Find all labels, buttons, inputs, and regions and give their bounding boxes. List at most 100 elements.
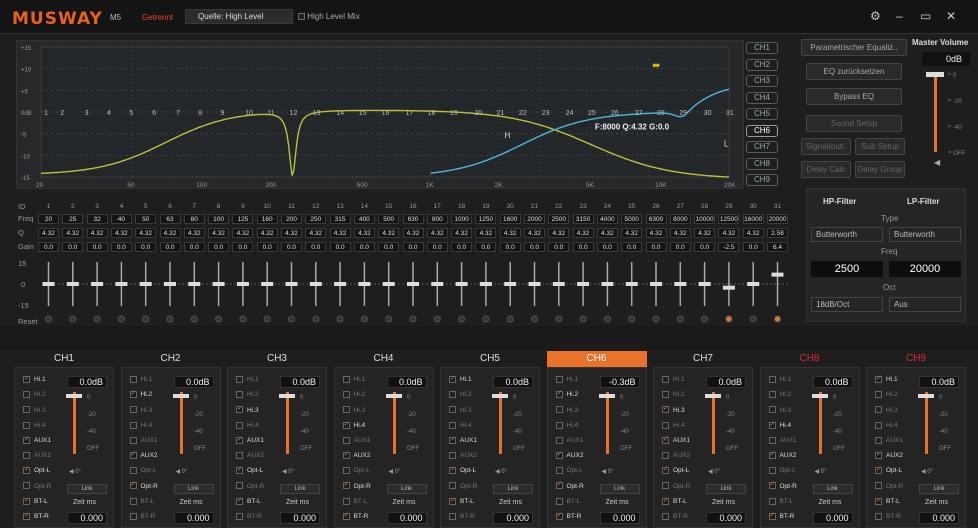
input-bt-l-row[interactable]: BT-L <box>662 496 687 505</box>
input-bt-r-row[interactable]: BT-R <box>449 512 475 520</box>
band-slider-knob[interactable] <box>91 282 104 286</box>
input-checkbox[interactable] <box>342 420 350 429</box>
band-reset-dot[interactable] <box>93 315 101 323</box>
input-checkbox[interactable] <box>23 465 30 475</box>
input-checkbox[interactable] <box>555 421 563 429</box>
input-checkbox[interactable] <box>23 435 30 444</box>
input-checkbox[interactable] <box>555 511 563 520</box>
channel-volume-knob[interactable] <box>705 394 721 398</box>
high-level-mix-checkbox[interactable] <box>298 13 305 21</box>
input-checkbox[interactable] <box>768 391 776 399</box>
channel-volume-slider[interactable]: 0 -20 -40 OFF <box>596 390 646 460</box>
input-opt-r-row[interactable]: Opt-R <box>875 482 903 490</box>
channel-delay-value[interactable]: 0.000 <box>386 512 427 524</box>
band-q[interactable]: 4.32 <box>451 228 473 238</box>
input-opt-r-row[interactable]: Opt-R <box>342 480 371 490</box>
drag-handle-icon[interactable]: ⬌ <box>652 61 660 72</box>
band-slider-knob[interactable] <box>747 282 760 286</box>
input-checkbox[interactable] <box>236 496 243 505</box>
band-q[interactable]: 4.32 <box>524 228 545 238</box>
band-reset-dot[interactable] <box>190 315 198 323</box>
channel-mute-phase[interactable]: ◀ 0° <box>921 468 933 475</box>
channel-volume-knob[interactable] <box>66 394 82 398</box>
input-hi3-row[interactable]: Hi.3 <box>236 404 259 414</box>
hp-type-select[interactable]: Butterworth <box>811 227 883 242</box>
input-checkbox[interactable] <box>555 376 563 383</box>
band-reset-dot[interactable] <box>774 315 781 323</box>
band-slider-knob[interactable] <box>625 282 638 286</box>
input-checkbox[interactable] <box>129 512 137 520</box>
input-checkbox[interactable] <box>129 480 137 490</box>
channel-mute-phase[interactable]: ◀ 0° <box>176 468 188 475</box>
channel-volume-knob[interactable] <box>492 394 508 398</box>
band-q[interactable]: 4.32 <box>305 228 327 238</box>
input-checkbox[interactable] <box>342 436 350 444</box>
input-hi3-row[interactable]: Hi.3 <box>555 406 578 414</box>
band-q[interactable]: 4.32 <box>378 228 400 238</box>
input-checkbox[interactable] <box>23 452 30 459</box>
band-q[interactable]: 4.32 <box>232 228 254 238</box>
input-checkbox[interactable] <box>555 436 563 444</box>
band-slider-knob[interactable] <box>309 282 322 286</box>
channel-volume-slider[interactable]: 0 -20 -40 OFF <box>915 390 965 460</box>
input-hi4-row[interactable]: Hi.4 <box>342 420 365 429</box>
input-hi1-row[interactable]: Hi.1 <box>768 376 791 383</box>
input-hi1-row[interactable]: Hi.1 <box>129 376 152 383</box>
input-checkbox[interactable] <box>662 452 669 459</box>
channel-tab-9[interactable]: CH9 <box>866 351 966 367</box>
input-aux1-row[interactable]: AUX1 <box>875 436 903 444</box>
band-reset-dot[interactable] <box>433 315 441 323</box>
band-freq[interactable]: 1250 <box>475 214 497 224</box>
channel-delay-value[interactable]: 0.000 <box>599 512 640 524</box>
input-checkbox[interactable] <box>342 480 350 490</box>
band-gain[interactable]: 0.0 <box>596 242 618 252</box>
band-gain[interactable]: 0.0 <box>62 242 84 252</box>
input-checkbox[interactable] <box>662 421 669 429</box>
channel-volume-slider[interactable]: 0 -20 -40 OFF <box>383 390 433 460</box>
band-slider-knob[interactable] <box>650 282 662 286</box>
band-freq[interactable]: 160 <box>256 214 278 224</box>
band-gain[interactable]: 0.0 <box>475 242 497 252</box>
band-freq[interactable]: 2000 <box>524 214 545 224</box>
input-checkbox[interactable] <box>875 465 882 475</box>
input-opt-r-row[interactable]: Opt-R <box>449 482 477 490</box>
channel-delay-value[interactable]: 0.000 <box>812 512 853 524</box>
band-reset-dot[interactable] <box>482 315 490 323</box>
band-reset-dot[interactable] <box>725 315 733 323</box>
input-checkbox[interactable] <box>662 391 669 399</box>
band-slider-knob[interactable] <box>577 282 590 286</box>
channel-tab-7[interactable]: CH7 <box>653 351 753 367</box>
settings-icon[interactable]: ⚙ <box>870 10 881 22</box>
channel-volume-knob[interactable] <box>918 394 934 398</box>
band-slider-knob[interactable] <box>285 282 298 286</box>
band-freq[interactable]: 25 <box>62 214 84 224</box>
band-slider-knob[interactable] <box>139 282 152 286</box>
input-checkbox[interactable] <box>662 512 669 520</box>
band-gain[interactable]: 0.0 <box>694 242 716 252</box>
band-reset-dot[interactable] <box>676 315 684 323</box>
band-reset-dot[interactable] <box>288 315 295 323</box>
band-reset-dot[interactable] <box>69 315 77 323</box>
input-checkbox[interactable] <box>23 496 30 505</box>
input-checkbox[interactable] <box>555 480 563 490</box>
channel-gain-value[interactable]: 0.0dB <box>386 376 427 388</box>
graph-channel-button-5[interactable]: CH5 <box>746 108 778 120</box>
input-aux2-row[interactable]: AUX2 <box>23 452 51 459</box>
input-checkbox[interactable] <box>23 482 30 490</box>
band-q[interactable]: 4.32 <box>402 228 424 238</box>
input-checkbox[interactable] <box>449 465 456 475</box>
input-bt-r-row[interactable]: BT-R <box>662 512 688 520</box>
input-checkbox[interactable] <box>342 467 350 475</box>
graph-channel-button-8[interactable]: CH8 <box>746 157 778 170</box>
channel-mute-phase[interactable]: ◀ 0° <box>282 468 294 475</box>
input-hi4-row[interactable]: Hi.4 <box>662 421 685 429</box>
input-checkbox[interactable] <box>129 376 137 383</box>
input-opt-r-row[interactable]: Opt-R <box>768 480 797 490</box>
band-gain[interactable]: 0.0 <box>524 242 545 252</box>
channel-tab-2[interactable]: CH2 <box>121 351 221 367</box>
band-q[interactable]: 4.32 <box>38 228 59 238</box>
band-reset-dot[interactable] <box>142 315 150 323</box>
channel-tab-6[interactable]: CH6 <box>546 351 647 367</box>
input-aux1-row[interactable]: AUX1 <box>555 436 583 444</box>
input-checkbox[interactable] <box>449 496 456 505</box>
